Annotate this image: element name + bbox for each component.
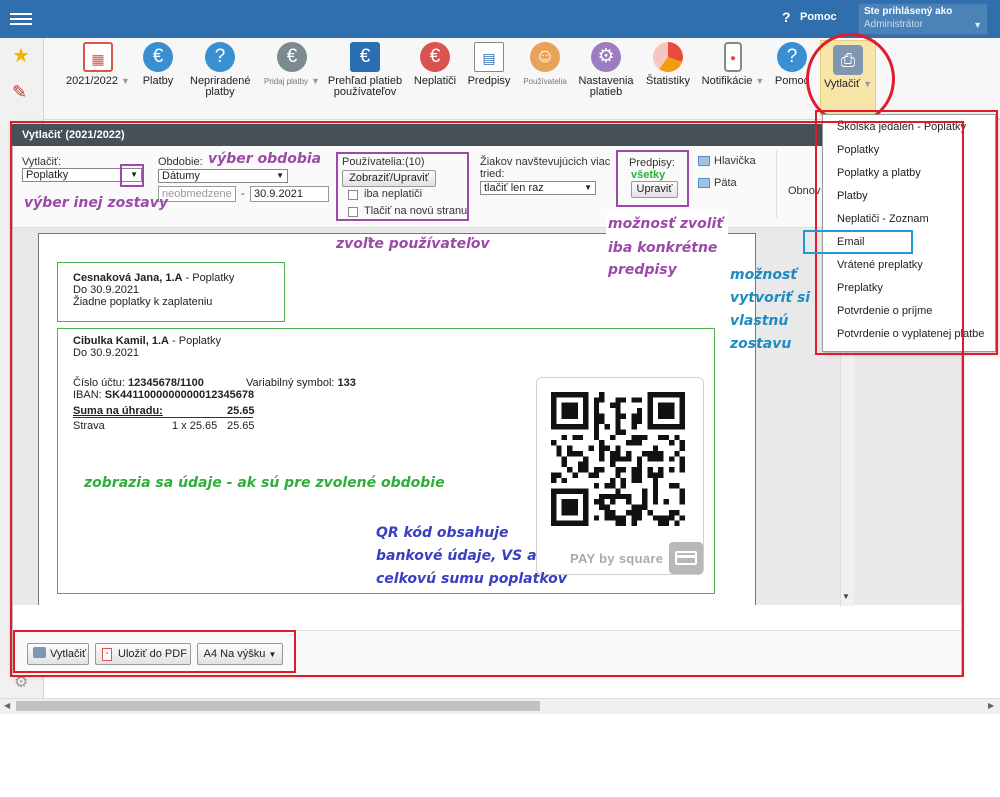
scroll-left-icon[interactable]: ◀ [4,701,10,710]
user-role: Administrátor [864,19,923,30]
toolbar-label: Pridaj platby [264,77,309,86]
toolbar-label: Štatistiky [645,75,690,87]
scroll-right-icon[interactable]: ▶ [988,701,994,710]
user-caption: Ste prihlásený ako [864,6,953,17]
hamburger-menu-icon[interactable] [10,10,32,28]
toolbar-label: Prehľad platieb používateľov [327,75,403,98]
phone-icon: ● [724,42,742,72]
annotation-predpisy-3: predpisy [608,262,677,278]
annotation-select-period: výber obdobia [208,151,322,167]
toolbar-statistiky[interactable]: Štatistiky [644,42,692,87]
money-bag-icon: € [143,42,173,72]
toolbar-label: Predpisy [467,75,511,87]
annotation-select-report: výber inej zostavy [24,195,168,211]
toolbar-predpisy[interactable]: ▤ Predpisy [466,42,512,87]
toolbar-pridaj-platby[interactable]: € Pridaj platby ▼ [260,42,324,87]
toolbar-platby[interactable]: € Platby [137,42,179,87]
annotation-predpisy-2: iba konkrétne [608,240,718,256]
toolbar-nepriradene-platby[interactable]: ? Nepriradené platby [186,42,254,98]
toolbar-nastavenia-platieb[interactable]: ⚙ Nastavenia platieb [576,42,636,98]
ledger-icon: € [350,42,380,72]
annotation-custom-1: možnosť [730,267,797,283]
settings-gear-icon: ⚙ [591,42,621,72]
scrollbar-thumb[interactable] [16,701,540,711]
chevron-down-icon: ▼ [311,76,320,86]
annotation-qr-2: bankové údaje, VS a [376,548,537,564]
toolbar-label: Používatelia [523,77,567,86]
help-icon[interactable]: ? [782,9,791,25]
toolbar-pouzivatelia[interactable]: ☺ Používatelia [518,42,572,87]
annotation-custom-4: zostavu [730,336,792,352]
toolbar-pomoc[interactable]: ? Pomoc [774,42,810,87]
toolbar-label: Notifikácie [701,75,753,87]
chevron-down-icon: ▼ [755,76,765,86]
toolbar-label: Nastavenia platieb [578,75,634,98]
annotation-custom-2: vytvoriť si [730,290,811,306]
toolbar-prehlad-platieb[interactable]: € Prehľad platieb používateľov [326,42,404,98]
pie-chart-icon [653,42,683,72]
star-icon[interactable]: ★ [12,43,30,68]
calendar-icon: ▦ [83,42,113,72]
highlight-predpisy [616,150,689,207]
annotation-choose-users: zvoľte používateľov [336,236,490,252]
annotation-qr-1: QR kód obsahuje [376,525,509,541]
toolbar-notifikacie[interactable]: ● Notifikácie ▼ [700,42,766,87]
help-link[interactable]: Pomoc [800,11,837,23]
user-menu[interactable]: Ste prihlásený ako Administrátor ▼ [858,3,988,35]
annotation-predpisy-1: možnosť zvoliť [608,216,724,232]
highlight-users [336,152,469,221]
help-icon: ? [777,42,807,72]
toolbar-label: Neplatiči [413,75,457,87]
chevron-down-icon: ▼ [121,76,130,86]
annotation-qr-3: celkovú sumu poplatkov [376,571,567,587]
toolbar-label: Pomoc [774,75,810,87]
annotation-custom-3: vlastnú [730,313,789,329]
highlight-report-select [120,164,144,187]
chevron-down-icon: ▼ [973,20,982,30]
toolbar-label: Platby [142,75,174,87]
magic-wand-icon[interactable]: ✎ [12,82,27,103]
toolbar-neplatici[interactable]: € Neplatiči [412,42,458,87]
question-money-bag-icon: ? [205,42,235,72]
toolbar-label: 2021/2022 [66,75,119,87]
toolbar-label: Nepriradené platby [190,75,251,98]
add-money-bag-icon: € [277,42,307,72]
document-icon: ▤ [474,42,504,72]
toolbar-school-year[interactable]: ▦ 2021/2022 ▼ [62,42,134,87]
user-icon: ☺ [530,42,560,72]
highlight-email-item [803,230,913,254]
annotation-data-shown: zobrazia sa údaje - ak sú pre zvolené ob… [84,475,445,491]
highlight-footer-buttons [13,630,296,673]
debtor-icon: € [420,42,450,72]
